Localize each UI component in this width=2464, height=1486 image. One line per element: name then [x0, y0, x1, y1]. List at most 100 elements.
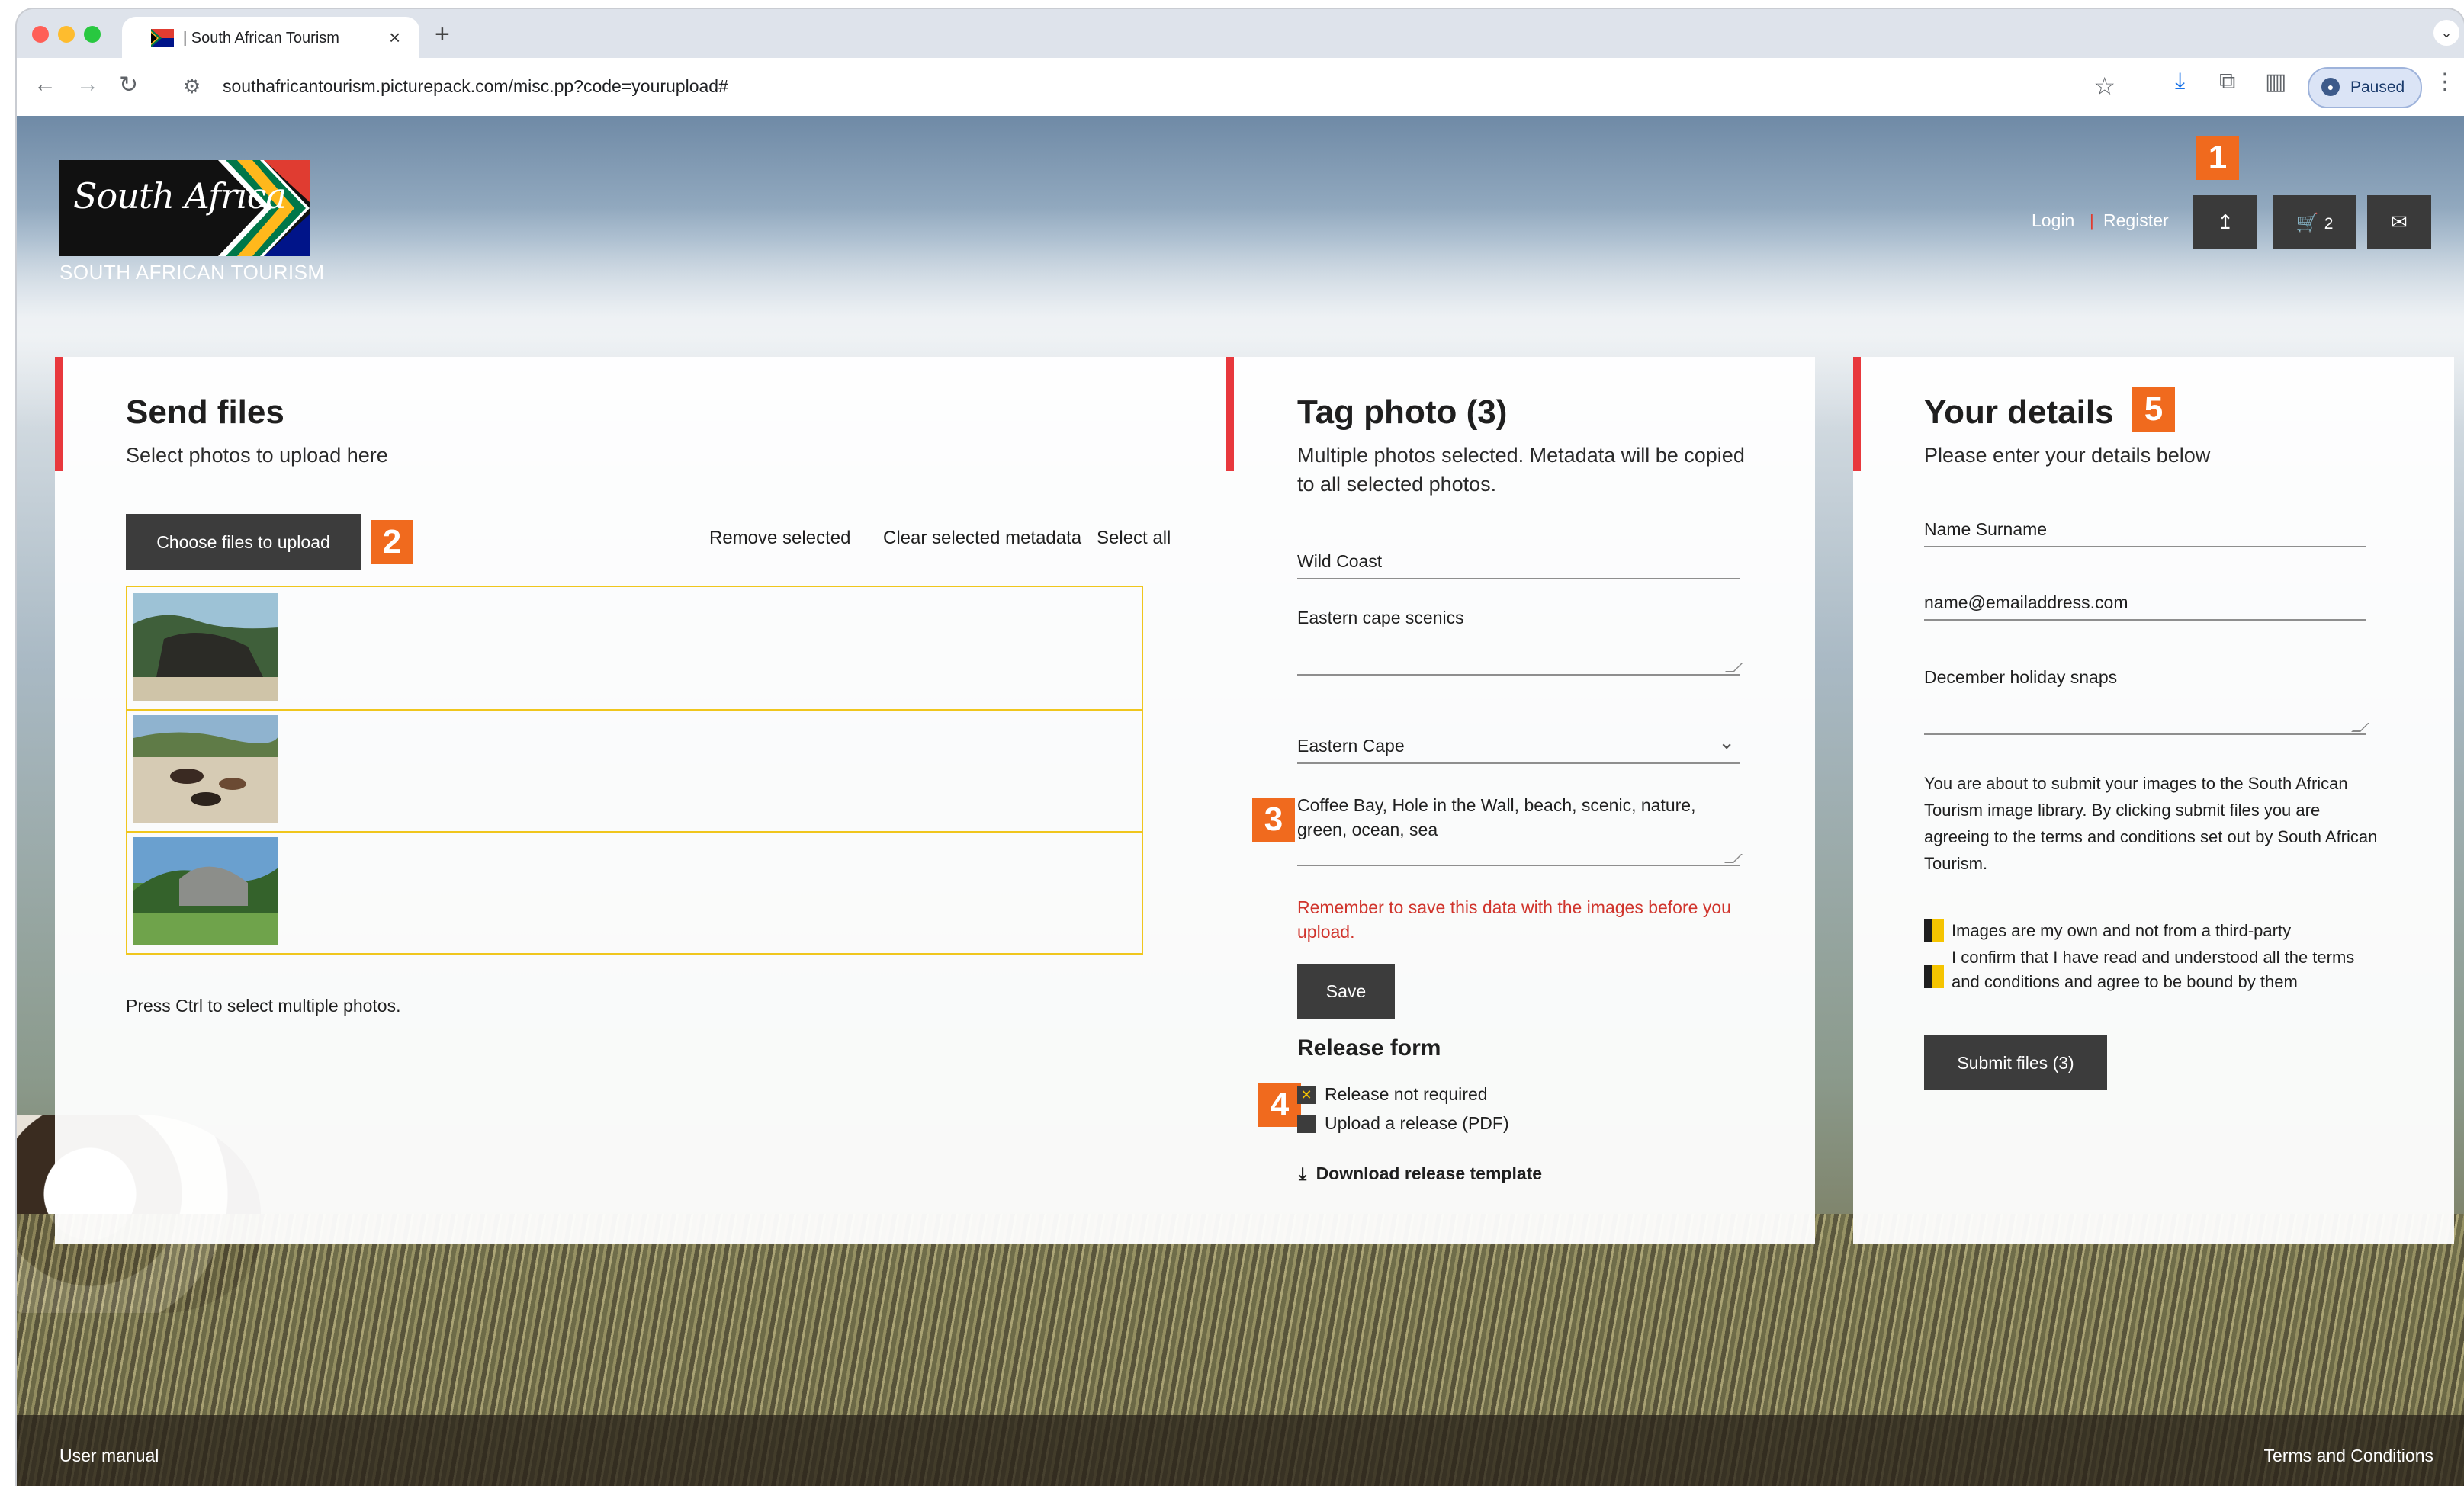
- save-warning: Remember to save this data with the imag…: [1297, 897, 1731, 942]
- keywords-textarea[interactable]: Coffee Bay, Hole in the Wall, beach, sce…: [1297, 793, 1743, 866]
- choose-files-button[interactable]: Choose files to upload: [126, 514, 361, 570]
- photo-thumbnail-cattle-beach: [133, 715, 278, 823]
- terms-paragraph: You are about to submit your images to t…: [1924, 774, 2378, 873]
- resize-handle-icon[interactable]: [2351, 723, 2369, 732]
- selected-files-list[interactable]: [126, 586, 1143, 955]
- side-panel-icon[interactable]: ▥: [2265, 69, 2286, 95]
- page-content: South Africa SOUTH AFRICAN TOURISM Login…: [17, 116, 2464, 1486]
- reload-icon[interactable]: ↻: [119, 72, 138, 98]
- remove-selected-link[interactable]: Remove selected: [709, 528, 850, 549]
- chevron-down-icon: ⌄: [1718, 730, 1735, 753]
- close-window-icon[interactable]: [32, 26, 49, 43]
- cart-icon: 🛒: [2295, 213, 2319, 233]
- url-text[interactable]: southafricantourism.picturepack.com/misc…: [223, 76, 728, 97]
- name-value: Name Surname: [1924, 519, 2048, 539]
- back-icon[interactable]: ←: [34, 72, 56, 98]
- site-footer: User manual Terms and Conditions: [17, 1415, 2464, 1486]
- accent-bar: [55, 357, 63, 471]
- tab-search-icon[interactable]: ⌄: [2433, 20, 2459, 46]
- callout-marker-4: 4: [1258, 1083, 1301, 1127]
- file-row[interactable]: [127, 587, 1142, 711]
- upload-release-label: Upload a release (PDF): [1325, 1113, 1509, 1133]
- release-not-required-label: Release not required: [1325, 1084, 1488, 1104]
- tag-photo-title: Tag photo (3): [1297, 393, 1508, 431]
- accent-bar: [1226, 357, 1234, 471]
- release-not-required-checkbox[interactable]: ✕: [1297, 1086, 1316, 1104]
- location-input[interactable]: Wild Coast: [1297, 549, 1740, 579]
- resize-handle-icon[interactable]: [1724, 854, 1743, 863]
- upload-release-checkbox[interactable]: [1297, 1115, 1316, 1133]
- profile-icon: ●: [2321, 78, 2340, 96]
- terms-checkbox[interactable]: [1924, 965, 1944, 988]
- own-images-checkbox[interactable]: [1924, 919, 1944, 942]
- site-header: South Africa SOUTH AFRICAN TOURISM Login…: [17, 116, 2464, 314]
- bookmark-star-icon[interactable]: ☆: [2093, 72, 2115, 101]
- forward-icon[interactable]: →: [76, 72, 99, 98]
- tab-close-icon[interactable]: ×: [389, 26, 400, 50]
- callout-marker-2: 2: [371, 520, 413, 564]
- login-link[interactable]: Login: [2032, 210, 2074, 231]
- register-link[interactable]: Register: [2103, 210, 2169, 231]
- tag-photo-subtitle: Multiple photos selected. Metadata will …: [1297, 444, 1745, 496]
- tab-title: | South African Tourism: [183, 30, 339, 47]
- select-all-link[interactable]: Select all: [1097, 528, 1171, 549]
- accent-bar: [1853, 357, 1861, 471]
- submit-files-button[interactable]: Submit files (3): [1924, 1035, 2107, 1090]
- browser-toolbar: ← → ↻ ⚙ southafricantourism.picturepack.…: [17, 58, 2464, 117]
- region-value: Eastern Cape: [1297, 736, 1405, 756]
- resize-handle-icon[interactable]: [1724, 663, 1743, 672]
- release-form-heading: Release form: [1297, 1035, 1441, 1061]
- your-details-panel: Your details 5 Please enter your details…: [1853, 357, 2454, 1244]
- site-settings-icon[interactable]: ⚙: [183, 75, 201, 98]
- save-button[interactable]: Save: [1297, 964, 1395, 1019]
- callout-marker-5: 5: [2132, 387, 2175, 432]
- terms-label: I confirm that I have read and understoo…: [1952, 948, 2355, 991]
- download-template-label: Download release template: [1316, 1163, 1543, 1183]
- menu-icon[interactable]: ⋮: [2433, 69, 2456, 95]
- multi-select-hint: Press Ctrl to select multiple photos.: [126, 996, 401, 1016]
- keywords-value: Coffee Bay, Hole in the Wall, beach, sce…: [1297, 795, 1696, 839]
- mail-button[interactable]: ✉: [2367, 195, 2431, 249]
- address-bar[interactable]: ⚙ southafricantourism.picturepack.com/mi…: [166, 66, 2126, 107]
- download-arrow-icon: ⤓: [1299, 1163, 1307, 1183]
- callout-marker-1: 1: [2196, 136, 2239, 180]
- file-row[interactable]: [127, 831, 1142, 953]
- name-input[interactable]: Name Surname: [1924, 517, 2366, 547]
- upload-button[interactable]: ↥: [2193, 195, 2257, 249]
- terms-link[interactable]: Terms and Conditions: [2264, 1446, 2433, 1466]
- logo-script-text: South Africa: [73, 175, 287, 217]
- logo-subtitle: SOUTH AFRICAN TOURISM: [59, 261, 325, 284]
- browser-tab[interactable]: | South African Tourism ×: [122, 17, 419, 59]
- mail-icon: ✉: [2391, 210, 2408, 233]
- profile-button[interactable]: ● Paused: [2308, 67, 2422, 108]
- download-template-link[interactable]: ⤓ Download release template: [1299, 1163, 1542, 1184]
- maximize-window-icon[interactable]: [84, 26, 101, 43]
- file-row[interactable]: [127, 709, 1142, 833]
- minimize-window-icon[interactable]: [58, 26, 75, 43]
- header-separator: |: [2090, 211, 2094, 230]
- user-manual-link[interactable]: User manual: [59, 1446, 159, 1466]
- tab-bar: | South African Tourism × + ⌄: [17, 9, 2464, 59]
- browser-window: | South African Tourism × + ⌄ ← → ↻ ⚙ so…: [17, 9, 2464, 1486]
- description-textarea[interactable]: Eastern cape scenics: [1297, 605, 1743, 676]
- new-tab-icon[interactable]: +: [435, 20, 450, 50]
- cart-button[interactable]: 🛒 2: [2273, 195, 2356, 249]
- site-logo[interactable]: South Africa: [59, 160, 310, 256]
- your-details-subtitle: Please enter your details below: [1924, 444, 2211, 467]
- notes-value: December holiday snaps: [1924, 667, 2118, 687]
- email-input[interactable]: name@emailaddress.com: [1924, 590, 2366, 621]
- own-images-label: Images are my own and not from a third-p…: [1952, 921, 2292, 940]
- notes-textarea[interactable]: December holiday snaps: [1924, 665, 2369, 735]
- tag-photo-panel: Tag photo (3) Multiple photos selected. …: [1226, 357, 1815, 1244]
- your-details-title: Your details: [1924, 393, 2114, 431]
- extensions-icon[interactable]: ⧉: [2219, 69, 2235, 95]
- region-select[interactable]: Eastern Cape ⌄: [1297, 730, 1740, 764]
- clear-metadata-link[interactable]: Clear selected metadata: [883, 528, 1081, 549]
- send-files-panel: Send files Select photos to upload here …: [55, 357, 1226, 1244]
- profile-label: Paused: [2350, 79, 2405, 96]
- photo-thumbnail-coast-rocks: [133, 593, 278, 701]
- callout-marker-3: 3: [1252, 798, 1295, 842]
- send-files-subtitle: Select photos to upload here: [126, 444, 388, 467]
- south-africa-flag-icon: [151, 29, 174, 47]
- download-icon[interactable]: ⤓: [2175, 69, 2185, 95]
